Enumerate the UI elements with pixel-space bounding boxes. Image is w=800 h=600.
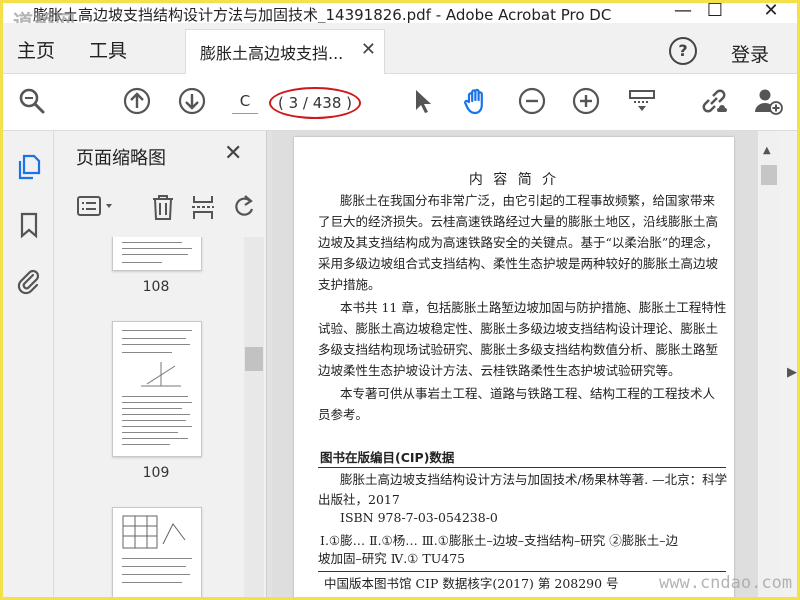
panel-close-icon[interactable]: ✕ [224, 141, 242, 166]
thumbnail-figure [122, 515, 186, 549]
window-title: 膨胀土高边坡支挡结构设计方法与加固技术_14391826.pdf - Adobe… [33, 6, 612, 24]
scroll-thumb[interactable] [761, 165, 777, 185]
add-user-icon[interactable] [753, 86, 783, 116]
page-count-indicator: ( 3 / 438 ) [269, 87, 361, 119]
share-link-icon[interactable] [699, 86, 729, 116]
cip-rule [318, 467, 726, 468]
cip-line: ISBN 978-7-03-054238-0 [340, 510, 498, 525]
maximize-button[interactable]: ☐ [695, 3, 735, 21]
scroll-up-icon[interactable]: ▲ [763, 145, 771, 156]
body-line: 本专著可供从事岩土工程、道路与铁路工程、结构工程的工程技术人 [340, 386, 716, 401]
app-window: 膨胀土高边坡支挡结构设计方法与加固技术_14391826.pdf - Adobe… [0, 0, 800, 600]
thumbnail-figure [141, 362, 181, 387]
page-thumbnail-label: 108 [142, 279, 170, 295]
body-line: 边坡柔性生态护坡设计方法、云桂铁路柔性生态护坡试验研究等。 [318, 363, 681, 378]
body-line: 采用多级边坡组合式支挡结构、柔性生态护坡是两种较好的膨胀土高边坡 [318, 256, 719, 271]
menu-tools[interactable]: 工具 [89, 36, 127, 63]
summary-heading: 内 容 简 介 [468, 172, 560, 188]
page-thumbnails-icon[interactable] [15, 153, 43, 181]
thumbnail-options-icon[interactable] [76, 193, 116, 221]
document-view[interactable]: 内 容 简 介 膨胀土在我国分布非常广泛，由它引起的工程事故频繁，给国家带来 了… [272, 131, 758, 597]
page-number-input[interactable]: C [232, 89, 258, 114]
panel-title: 页面缩略图 [76, 148, 166, 169]
cip-rule [318, 571, 726, 572]
thumbnail-toolbar [54, 179, 266, 237]
cip-heading: 图书在版编目(CIP)数据 [320, 450, 455, 465]
extract-page-icon[interactable] [190, 193, 216, 221]
page-thumbnail-109[interactable] [112, 321, 202, 457]
page-thumbnail-label: 109 [142, 465, 170, 481]
title-bar: 膨胀土高边坡支挡结构设计方法与加固技术_14391826.pdf - Adobe… [3, 3, 797, 34]
thumbnail-scrollbar[interactable] [244, 237, 264, 597]
zoom-search-icon[interactable] [17, 86, 47, 116]
expand-right-icon[interactable]: ▶ [787, 365, 797, 380]
site-watermark-bottom: www.cndao.com [659, 573, 793, 593]
body-line: 试验、膨胀土高边坡稳定性、膨胀土多级边坡支挡结构设计理论、膨胀土 [318, 321, 719, 336]
close-window-button[interactable]: ✕ [751, 3, 791, 21]
previous-page-icon[interactable] [122, 86, 152, 116]
cip-line: 膨胀土高边坡支挡结构设计方法与加固技术/杨果林等著. —北京：科学 [340, 472, 728, 487]
document-tab-label: 膨胀土高边坡支挡... [200, 44, 344, 63]
document-tab[interactable]: 膨胀土高边坡支挡... ✕ [185, 29, 385, 74]
attachment-icon[interactable] [15, 267, 43, 295]
body-line: 支护措施。 [318, 277, 381, 292]
next-page-icon[interactable] [177, 86, 207, 116]
navigation-rail [3, 131, 54, 597]
thumbnail-list: 108 109 [54, 237, 254, 597]
hand-tool-icon[interactable] [461, 86, 491, 116]
menu-bar: 主页 工具 膨胀土高边坡支挡... ✕ ? 登录 [3, 23, 797, 74]
scroll-mode-icon[interactable] [627, 86, 657, 116]
body-line: 边坡及其支挡结构成为高速铁路安全的关键点。基于“以柔治胀”的理念， [318, 235, 719, 250]
body-line: 员参考。 [318, 407, 369, 422]
body-line: 本书共 11 章，包括膨胀土路堑边坡加固与防护措施、膨胀土工程特性 [340, 300, 727, 315]
document-scrollbar[interactable]: ▲ [758, 131, 780, 597]
menu-home[interactable]: 主页 [17, 36, 55, 63]
page-thumbnail-110[interactable] [112, 507, 202, 597]
bookmark-icon[interactable] [15, 211, 43, 239]
document-page: 内 容 简 介 膨胀土在我国分布非常广泛，由它引起的工程事故频繁，给国家带来 了… [294, 137, 734, 597]
zoom-in-icon[interactable] [571, 86, 601, 116]
thumbnail-panel: 页面缩略图 ✕ 108 109 [54, 131, 266, 597]
body-line: 膨胀土在我国分布非常广泛，由它引起的工程事故频繁，给国家带来 [340, 193, 716, 208]
right-panel-edge [780, 131, 797, 597]
tab-close-icon[interactable]: ✕ [361, 39, 376, 60]
page-thumbnail-108[interactable] [112, 237, 202, 271]
body-line: 多级支挡结构现场试验研究、膨胀土多级支挡结构数值分析、膨胀土路堑 [318, 342, 719, 357]
help-button[interactable]: ? [669, 37, 697, 65]
zoom-out-icon[interactable] [517, 86, 547, 116]
delete-page-icon[interactable] [150, 193, 176, 221]
cip-line: 坡加固–研究 Ⅳ.① TU475 [318, 551, 466, 566]
select-cursor-icon[interactable] [407, 86, 437, 116]
body-line: 了巨大的经济损失。云桂高速铁路经过大量的膨胀土地区，沿线膨胀土高 [318, 214, 719, 229]
toolbar: C ( 3 / 438 ) [3, 74, 797, 131]
rotate-page-icon[interactable] [230, 193, 256, 221]
login-button[interactable]: 登录 [731, 40, 769, 67]
